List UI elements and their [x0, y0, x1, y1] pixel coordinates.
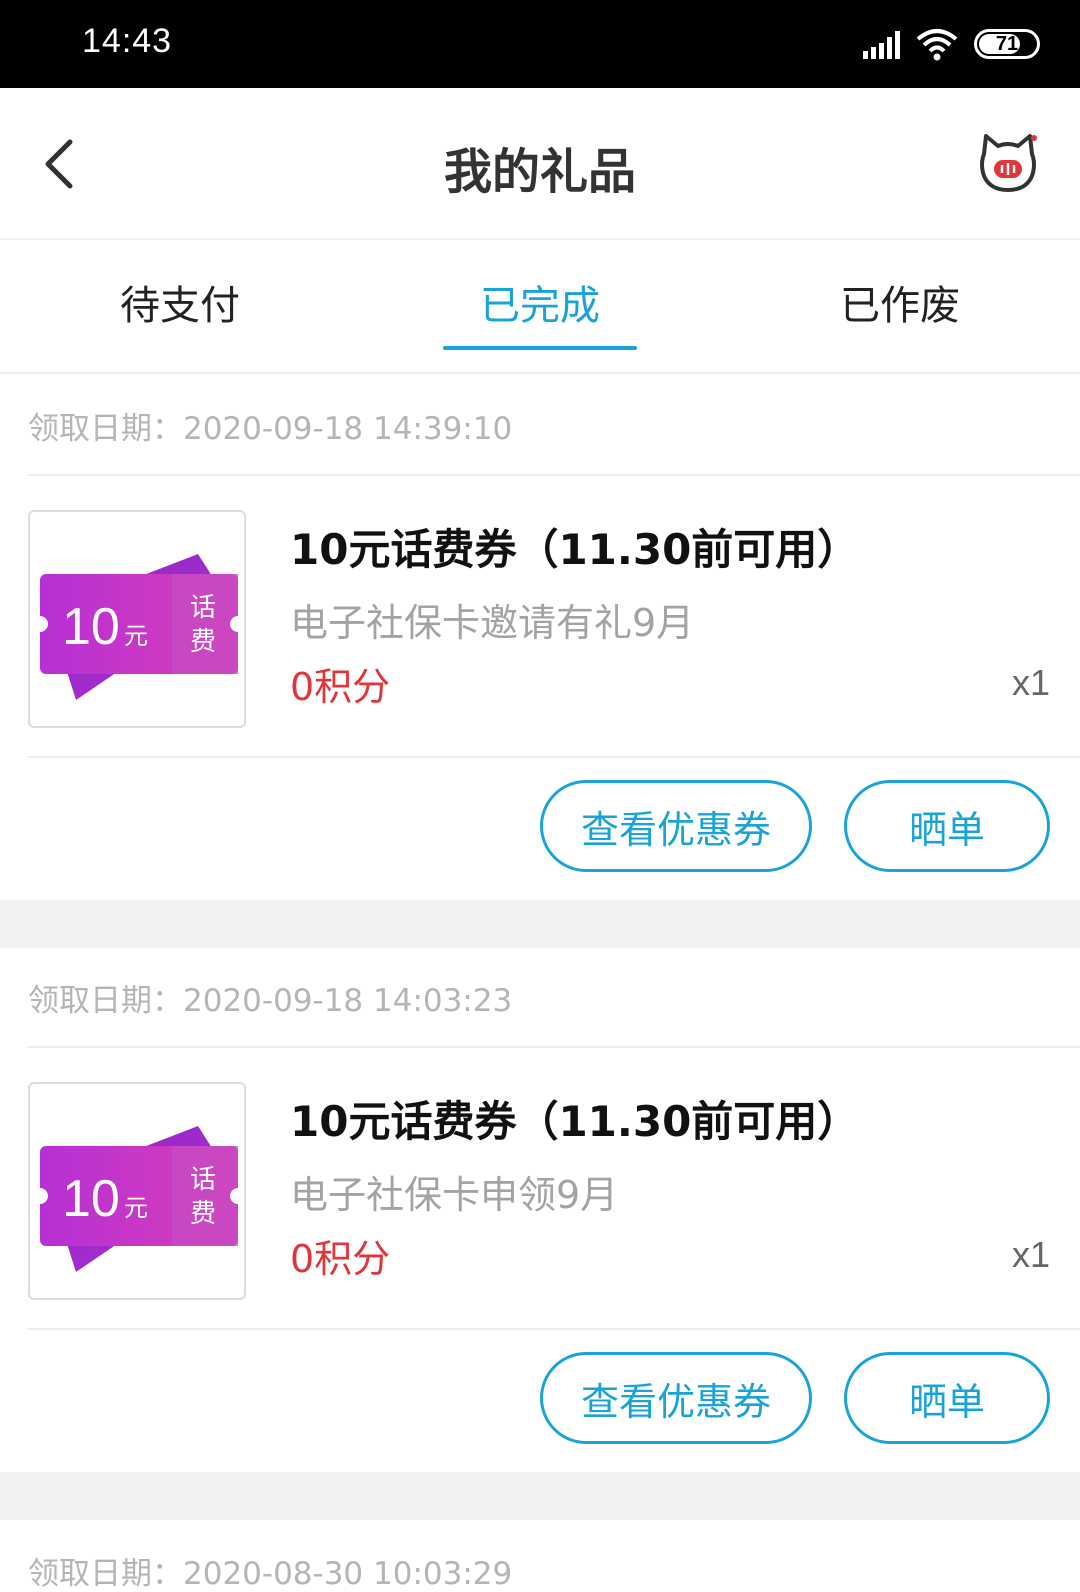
receive-date: 领取日期：2020-09-18 14:39:10: [28, 376, 1080, 476]
page-title: 我的礼品: [443, 144, 636, 200]
item-quantity: x1: [1011, 1234, 1050, 1275]
wifi-icon: [916, 29, 958, 61]
coupon-label-top: 话: [190, 1165, 216, 1195]
tab-completed[interactable]: 已完成: [360, 240, 720, 372]
coupon-thumbnail: 10 元 话 费: [28, 510, 246, 728]
receive-date: 领取日期：2020-08-30 10:03:29: [28, 1555, 513, 1592]
status-icons: 71: [863, 24, 1040, 64]
receive-date: 领取日期：2020-09-18 14:03:23: [28, 948, 1080, 1048]
section-divider: [0, 1472, 1080, 1520]
battery-level: 71: [995, 32, 1019, 55]
order-item[interactable]: 10 元 话 费 10元话费券（11.30前可用） 电子社保卡申领9月 0积分 …: [28, 1048, 1080, 1330]
coupon-label-bottom: 费: [190, 627, 216, 657]
card-actions: 查看优惠券 晒单: [0, 1330, 1080, 1472]
item-quantity: x1: [1011, 662, 1050, 703]
coupon-label-top: 话: [190, 593, 216, 623]
order-card: 领取日期：2020-09-18 14:03:23 10 元 话 费 10元话费券…: [0, 948, 1080, 1472]
coupon-thumbnail: 10 元 话 费: [28, 1082, 246, 1300]
share-order-button[interactable]: 晒单: [844, 1352, 1050, 1444]
order-item[interactable]: 10 元 话 费 10元话费券（11.30前可用） 电子社保卡邀请有礼9月 0积…: [28, 476, 1080, 758]
card-actions: 查看优惠券 晒单: [0, 758, 1080, 900]
tab-pending-payment[interactable]: 待支付: [0, 240, 360, 372]
share-order-button[interactable]: 晒单: [844, 780, 1050, 872]
item-title: 10元话费券（11.30前可用）: [290, 1097, 860, 1146]
header: 我的礼品: [0, 88, 1080, 240]
item-subtitle: 电子社保卡申领9月: [290, 1173, 619, 1217]
view-coupon-button[interactable]: 查看优惠券: [540, 780, 812, 872]
view-coupon-button[interactable]: 查看优惠券: [540, 1352, 812, 1444]
item-points: 0积分: [290, 1237, 391, 1281]
coupon-label-bottom: 费: [190, 1199, 216, 1229]
order-card: 领取日期：2020-08-30 10:03:29: [0, 1520, 1080, 1592]
item-points: 0积分: [290, 665, 391, 709]
coupon-amount: 10: [62, 1170, 120, 1228]
status-bar: 14:43 71: [0, 0, 1080, 88]
status-time: 14:43: [82, 22, 173, 60]
item-title: 10元话费券（11.30前可用）: [290, 525, 860, 574]
battery-icon: 71: [974, 29, 1040, 59]
section-divider: [0, 900, 1080, 948]
signal-icon: [863, 29, 900, 59]
item-subtitle: 电子社保卡邀请有礼9月: [290, 601, 695, 645]
tab-bar: 待支付 已完成 已作废: [0, 240, 1080, 374]
coupon-unit: 元: [124, 1194, 148, 1222]
service-cat-icon[interactable]: [976, 132, 1040, 196]
tab-voided[interactable]: 已作废: [720, 240, 1080, 372]
order-card: 领取日期：2020-09-18 14:39:10 10 元 话 费 10元话费券…: [0, 376, 1080, 900]
coupon-amount: 10: [62, 598, 120, 656]
coupon-unit: 元: [124, 622, 148, 650]
